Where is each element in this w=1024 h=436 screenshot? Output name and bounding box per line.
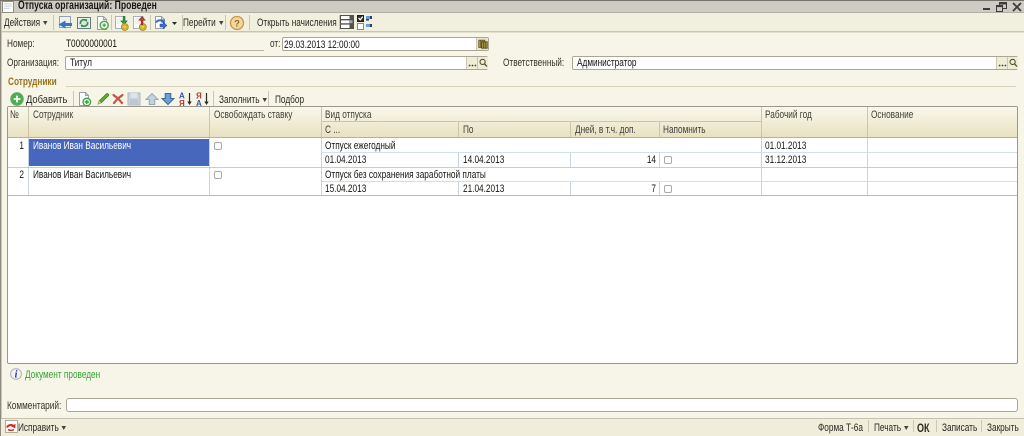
svg-text:i: i xyxy=(15,369,18,380)
svg-text:?: ? xyxy=(234,18,240,29)
